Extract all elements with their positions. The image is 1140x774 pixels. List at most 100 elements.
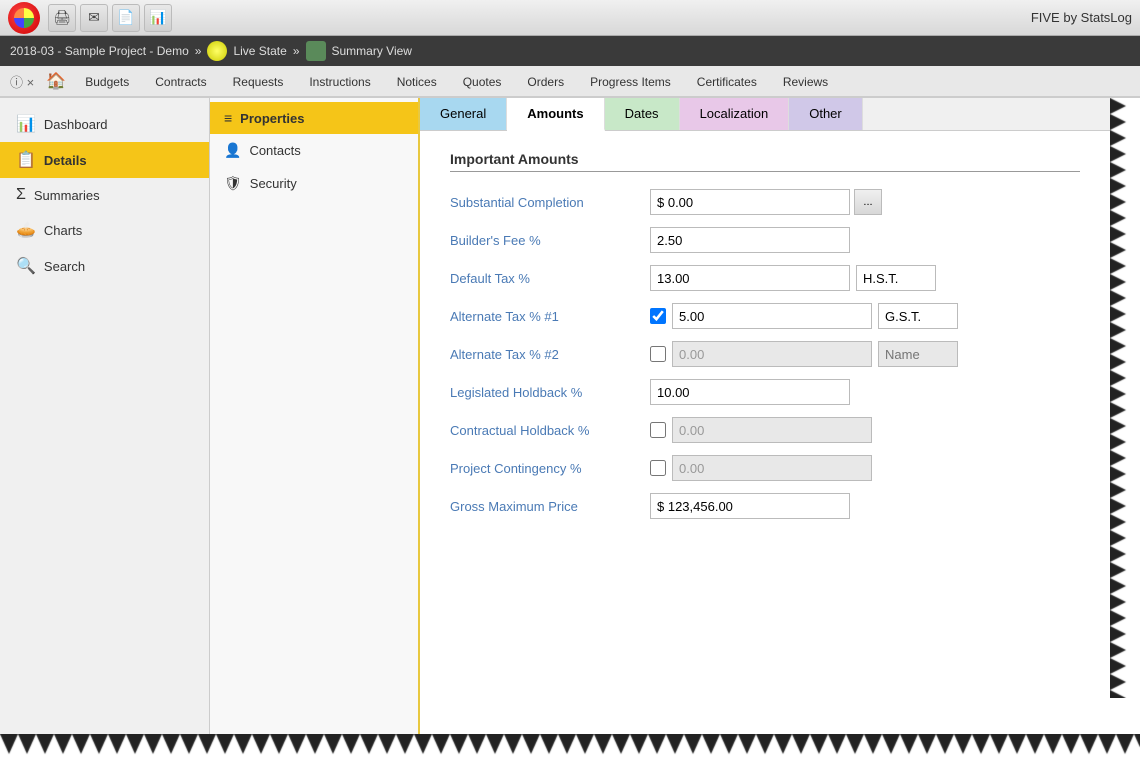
main-layout: 📊 Dashboard 📋 Details Σ Summaries 🥧 Char…	[0, 98, 1140, 734]
section-title: Important Amounts	[450, 151, 1080, 172]
checkbox-alt-tax-2[interactable]	[650, 346, 666, 362]
middle-panel: ≡ Properties 👤 Contacts 🛡 Security	[210, 98, 420, 734]
breadcrumb-bar: 2018-03 - Sample Project - Demo » Live S…	[0, 36, 1140, 66]
sidebar-item-summaries[interactable]: Σ Summaries	[0, 178, 209, 212]
dashboard-icon: 📊	[16, 114, 36, 134]
middle-label-security: Security	[250, 176, 297, 191]
search-icon: 🔍	[16, 256, 36, 276]
email-icon[interactable]: ✉	[80, 4, 108, 32]
tab-instructions[interactable]: Instructions	[296, 66, 383, 96]
label-builders-fee: Builder's Fee %	[450, 233, 650, 248]
btn-substantial-completion[interactable]: ...	[854, 189, 882, 215]
tab-notices[interactable]: Notices	[384, 66, 450, 96]
row-default-tax: Default Tax %	[450, 264, 1080, 292]
toolbar-icons: 🖨 ✉ 📄 📊	[48, 4, 172, 32]
details-icon: 📋	[16, 150, 36, 170]
sidebar-label-charts: Charts	[44, 223, 82, 238]
properties-icon: ≡	[224, 110, 232, 126]
brand-label: FIVE by StatsLog	[1031, 10, 1132, 25]
nav-tabs: ⓘ × 🏠 Budgets Contracts Requests Instruc…	[0, 66, 1140, 98]
sidebar-label-details: Details	[44, 153, 87, 168]
tab-requests[interactable]: Requests	[220, 66, 297, 96]
sidebar-label-search: Search	[44, 259, 85, 274]
label-default-tax: Default Tax %	[450, 271, 650, 286]
content-tab-general[interactable]: General	[420, 98, 507, 130]
checkbox-contractual-holdback[interactable]	[650, 422, 666, 438]
row-project-contingency: Project Contingency %	[450, 454, 1080, 482]
tab-orders[interactable]: Orders	[514, 66, 577, 96]
content-area: General Amounts Dates Localization Other…	[420, 98, 1110, 734]
label-project-contingency: Project Contingency %	[450, 461, 650, 476]
label-gross-maximum-price: Gross Maximum Price	[450, 499, 650, 514]
label-alt-tax-2: Alternate Tax % #2	[450, 347, 650, 362]
content-tab-amounts[interactable]: Amounts	[507, 98, 604, 131]
tab-quotes[interactable]: Quotes	[450, 66, 515, 96]
export-icon[interactable]: 📊	[144, 4, 172, 32]
checkbox-alt-tax-1[interactable]	[650, 308, 666, 324]
input-builders-fee[interactable]	[650, 227, 850, 253]
content-tab-other[interactable]: Other	[789, 98, 863, 130]
contacts-icon: 👤	[224, 142, 241, 159]
content-tab-dates[interactable]: Dates	[605, 98, 680, 130]
breadcrumb-project: 2018-03 - Sample Project - Demo	[10, 44, 189, 58]
app-logo	[8, 2, 40, 34]
right-decoration	[1110, 98, 1140, 734]
print-icon[interactable]: 🖨	[48, 4, 76, 32]
breadcrumb-sep2: »	[293, 44, 300, 58]
home-button[interactable]: 🏠	[40, 66, 72, 96]
input-alt-tax-2[interactable]	[672, 341, 872, 367]
input-group-substantial-completion: ...	[650, 189, 882, 215]
tab-progress-items[interactable]: Progress Items	[577, 66, 684, 96]
middle-item-security[interactable]: 🛡 Security	[210, 167, 418, 200]
title-bar: 🖨 ✉ 📄 📊 FIVE by StatsLog	[0, 0, 1140, 36]
row-alt-tax-2: Alternate Tax % #2	[450, 340, 1080, 368]
sidebar-item-search[interactable]: 🔍 Search	[0, 248, 209, 284]
label-legislated-holdback: Legislated Holdback %	[450, 385, 650, 400]
bottom-decoration	[0, 734, 1140, 774]
sidebar-label-summaries: Summaries	[34, 188, 100, 203]
security-icon: 🛡	[224, 175, 242, 192]
input-gross-maximum-price[interactable]	[650, 493, 850, 519]
tab-reviews[interactable]: Reviews	[770, 66, 841, 96]
middle-label-properties: Properties	[240, 111, 304, 126]
charts-icon: 🥧	[16, 220, 36, 240]
input-contractual-holdback[interactable]	[672, 417, 872, 443]
input-alt-tax-1-name[interactable]	[878, 303, 958, 329]
tab-certificates[interactable]: Certificates	[684, 66, 770, 96]
middle-label-contacts: Contacts	[249, 143, 300, 158]
sidebar-item-details[interactable]: 📋 Details	[0, 142, 209, 178]
label-substantial-completion: Substantial Completion	[450, 195, 650, 210]
tab-budgets[interactable]: Budgets	[72, 66, 142, 96]
sidebar-item-dashboard[interactable]: 📊 Dashboard	[0, 106, 209, 142]
row-legislated-holdback: Legislated Holdback %	[450, 378, 1080, 406]
summaries-icon: Σ	[16, 186, 26, 204]
label-alt-tax-1: Alternate Tax % #1	[450, 309, 650, 324]
label-contractual-holdback: Contractual Holdback %	[450, 423, 650, 438]
content-body: Important Amounts Substantial Completion…	[420, 131, 1110, 734]
tab-close[interactable]: ⓘ ×	[4, 66, 40, 96]
left-sidebar: 📊 Dashboard 📋 Details Σ Summaries 🥧 Char…	[0, 98, 210, 734]
input-project-contingency[interactable]	[672, 455, 872, 481]
input-substantial-completion[interactable]	[650, 189, 850, 215]
breadcrumb-view: Summary View	[332, 44, 412, 58]
input-default-tax-name[interactable]	[856, 265, 936, 291]
input-alt-tax-1[interactable]	[672, 303, 872, 329]
row-builders-fee: Builder's Fee %	[450, 226, 1080, 254]
sidebar-item-charts[interactable]: 🥧 Charts	[0, 212, 209, 248]
sidebar-label-dashboard: Dashboard	[44, 117, 108, 132]
middle-item-contacts[interactable]: 👤 Contacts	[210, 134, 418, 167]
breadcrumb-sep1: »	[195, 44, 202, 58]
tab-contracts[interactable]: Contracts	[142, 66, 219, 96]
middle-item-properties[interactable]: ≡ Properties	[210, 102, 418, 134]
input-default-tax[interactable]	[650, 265, 850, 291]
row-alt-tax-1: Alternate Tax % #1	[450, 302, 1080, 330]
input-legislated-holdback[interactable]	[650, 379, 850, 405]
pdf-icon[interactable]: 📄	[112, 4, 140, 32]
row-substantial-completion: Substantial Completion ...	[450, 188, 1080, 216]
breadcrumb-state: Live State	[233, 44, 286, 58]
row-contractual-holdback: Contractual Holdback %	[450, 416, 1080, 444]
content-tab-localization[interactable]: Localization	[680, 98, 790, 130]
checkbox-project-contingency[interactable]	[650, 460, 666, 476]
input-alt-tax-2-name[interactable]	[878, 341, 958, 367]
summary-view-icon	[306, 41, 326, 61]
